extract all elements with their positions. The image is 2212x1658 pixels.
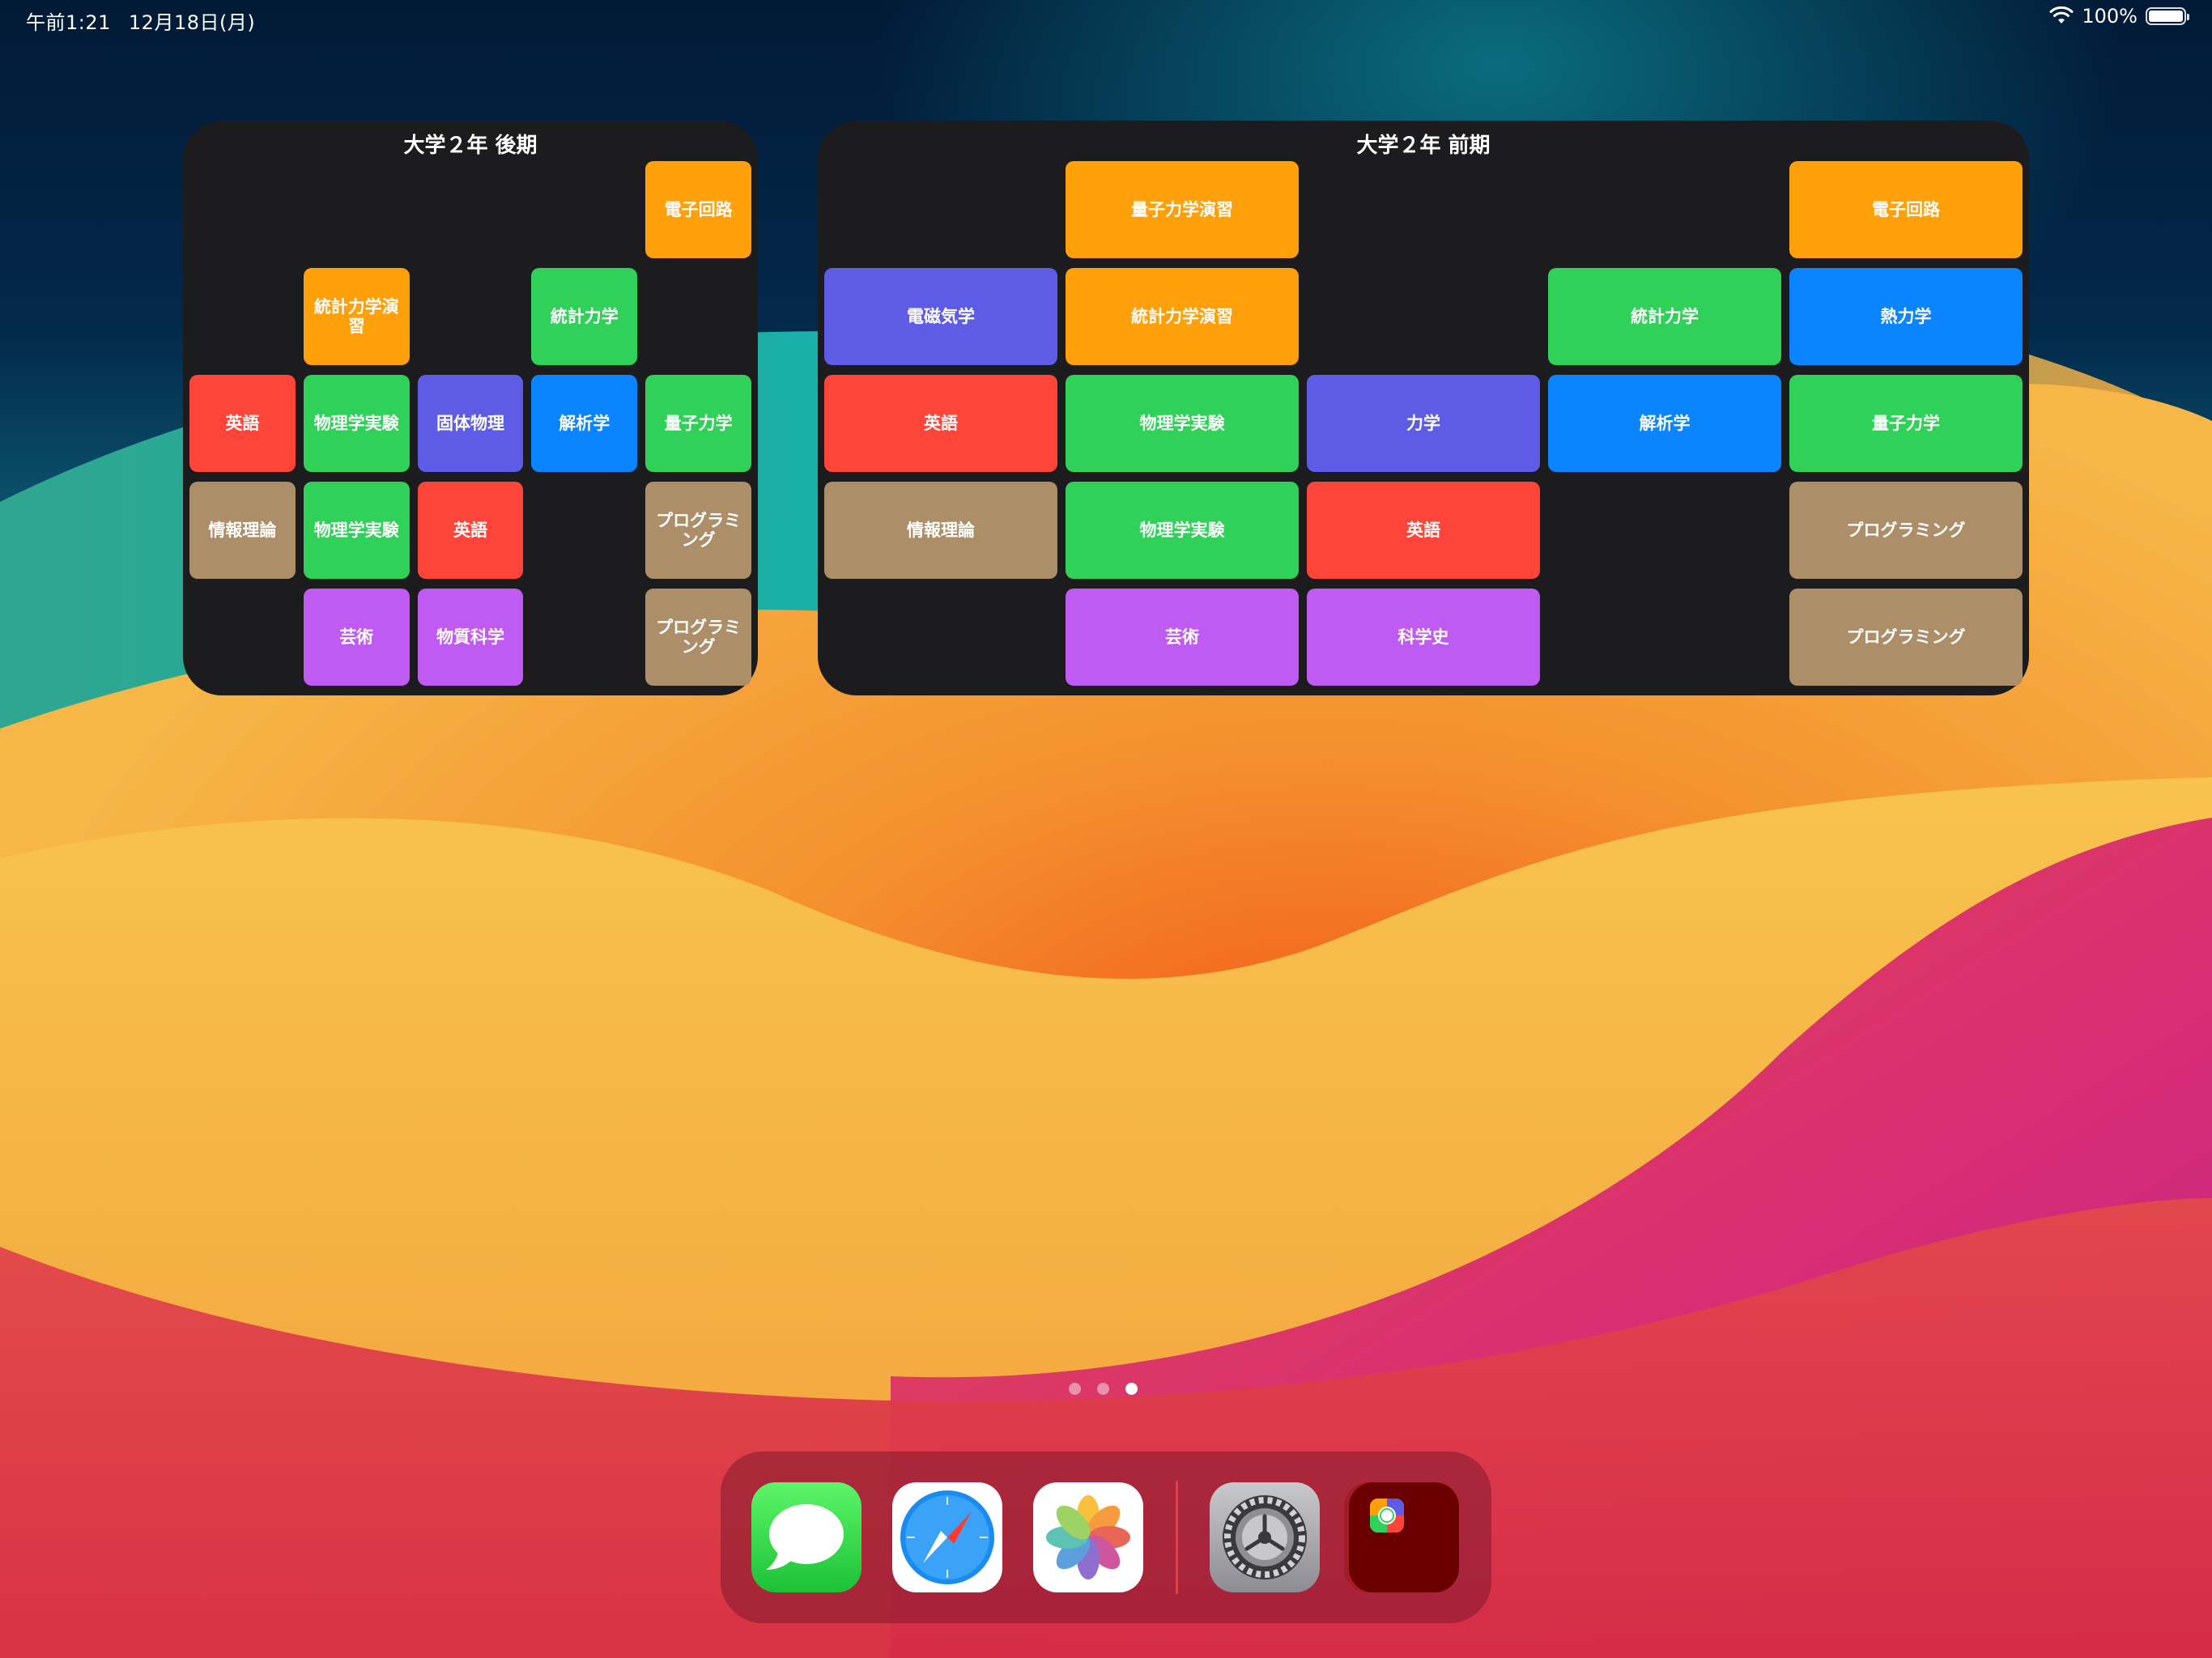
class-cell[interactable]: 固体物理 [417, 375, 524, 472]
class-cell[interactable]: 物理学実験 [1066, 375, 1299, 472]
timetable-widget-spring[interactable]: 大学２年 前期 量子力学演習 電子回路電磁気学 統計力学演習 統計力学 熱力学英語 物理学… [818, 121, 2029, 695]
timetable-app-icon [1370, 1499, 1404, 1533]
class-cell[interactable]: 統計力学演習 [1066, 268, 1299, 365]
widget-title: 大学２年 前期 [1356, 134, 1491, 158]
battery-icon [2146, 7, 2189, 25]
battery-fill [2149, 11, 2183, 22]
class-cell[interactable]: 量子力学 [645, 375, 751, 472]
status-bar-left: 午前1:21 12月18日(月) [26, 6, 255, 35]
safari-icon[interactable] [892, 1482, 1002, 1592]
status-time: 午前1:21 [26, 11, 111, 34]
class-cell[interactable]: 電子回路 [1789, 161, 2023, 258]
class-cell[interactable]: 芸術 [1066, 589, 1299, 686]
class-cell[interactable]: 英語 [824, 375, 1057, 472]
class-cell[interactable]: プログラミング [645, 589, 751, 686]
photos-icon[interactable] [1033, 1482, 1143, 1592]
class-cell[interactable]: 熱力学 [1789, 268, 2023, 365]
class-cell[interactable]: 解析学 [1548, 375, 1781, 472]
class-cell[interactable]: 電磁気学 [824, 268, 1057, 365]
settings-icon[interactable] [1210, 1482, 1320, 1592]
class-cell[interactable]: 電子回路 [645, 161, 751, 258]
class-cell[interactable]: 科学史 [1307, 589, 1540, 686]
class-cell[interactable]: 力学 [1307, 375, 1540, 472]
page-indicator[interactable] [1069, 1383, 1138, 1395]
page-dot[interactable] [1069, 1383, 1081, 1395]
timetable-widget-fall[interactable]: 大学２年 後期 電子回路統計力学演習 統計力学英語 物理学実験 固体物理 解析学 量子力学… [183, 121, 758, 695]
battery-percentage: 100% [2082, 5, 2138, 28]
class-cell[interactable]: 英語 [417, 482, 524, 579]
class-cell[interactable]: 情報理論 [824, 482, 1057, 579]
class-cell[interactable]: 物理学実験 [303, 482, 410, 579]
class-cell[interactable]: 量子力学演習 [1066, 161, 1299, 258]
messages-icon[interactable] [751, 1482, 861, 1592]
status-date: 12月18日(月) [128, 11, 256, 34]
class-cell[interactable]: 物理学実験 [1066, 482, 1299, 579]
app-folder-icon[interactable] [1349, 1482, 1459, 1592]
page-dot[interactable] [1097, 1383, 1109, 1395]
class-cell[interactable]: 英語 [1307, 482, 1540, 579]
page-dot[interactable] [1125, 1383, 1138, 1395]
class-cell[interactable]: 統計力学演習 [303, 268, 410, 365]
class-cell[interactable]: 統計力学 [531, 268, 638, 365]
wifi-icon [2049, 6, 2074, 23]
class-cell[interactable]: 解析学 [531, 375, 638, 472]
status-bar-right: 100% [2049, 5, 2189, 28]
class-cell[interactable]: 情報理論 [189, 482, 296, 579]
class-cell[interactable]: 量子力学 [1789, 375, 2023, 472]
class-cell[interactable]: プログラミング [1789, 482, 2023, 579]
class-cell[interactable]: 芸術 [303, 589, 410, 686]
class-cell[interactable]: 英語 [189, 375, 296, 472]
class-cell[interactable]: プログラミング [645, 482, 751, 579]
widget-title: 大学２年 後期 [403, 134, 538, 158]
dock-separator [1176, 1481, 1178, 1594]
class-cell[interactable]: 物質科学 [417, 589, 524, 686]
dock [721, 1452, 1491, 1623]
class-cell[interactable]: プログラミング [1789, 589, 2023, 686]
class-cell[interactable]: 統計力学 [1548, 268, 1781, 365]
class-cell[interactable]: 物理学実験 [303, 375, 410, 472]
